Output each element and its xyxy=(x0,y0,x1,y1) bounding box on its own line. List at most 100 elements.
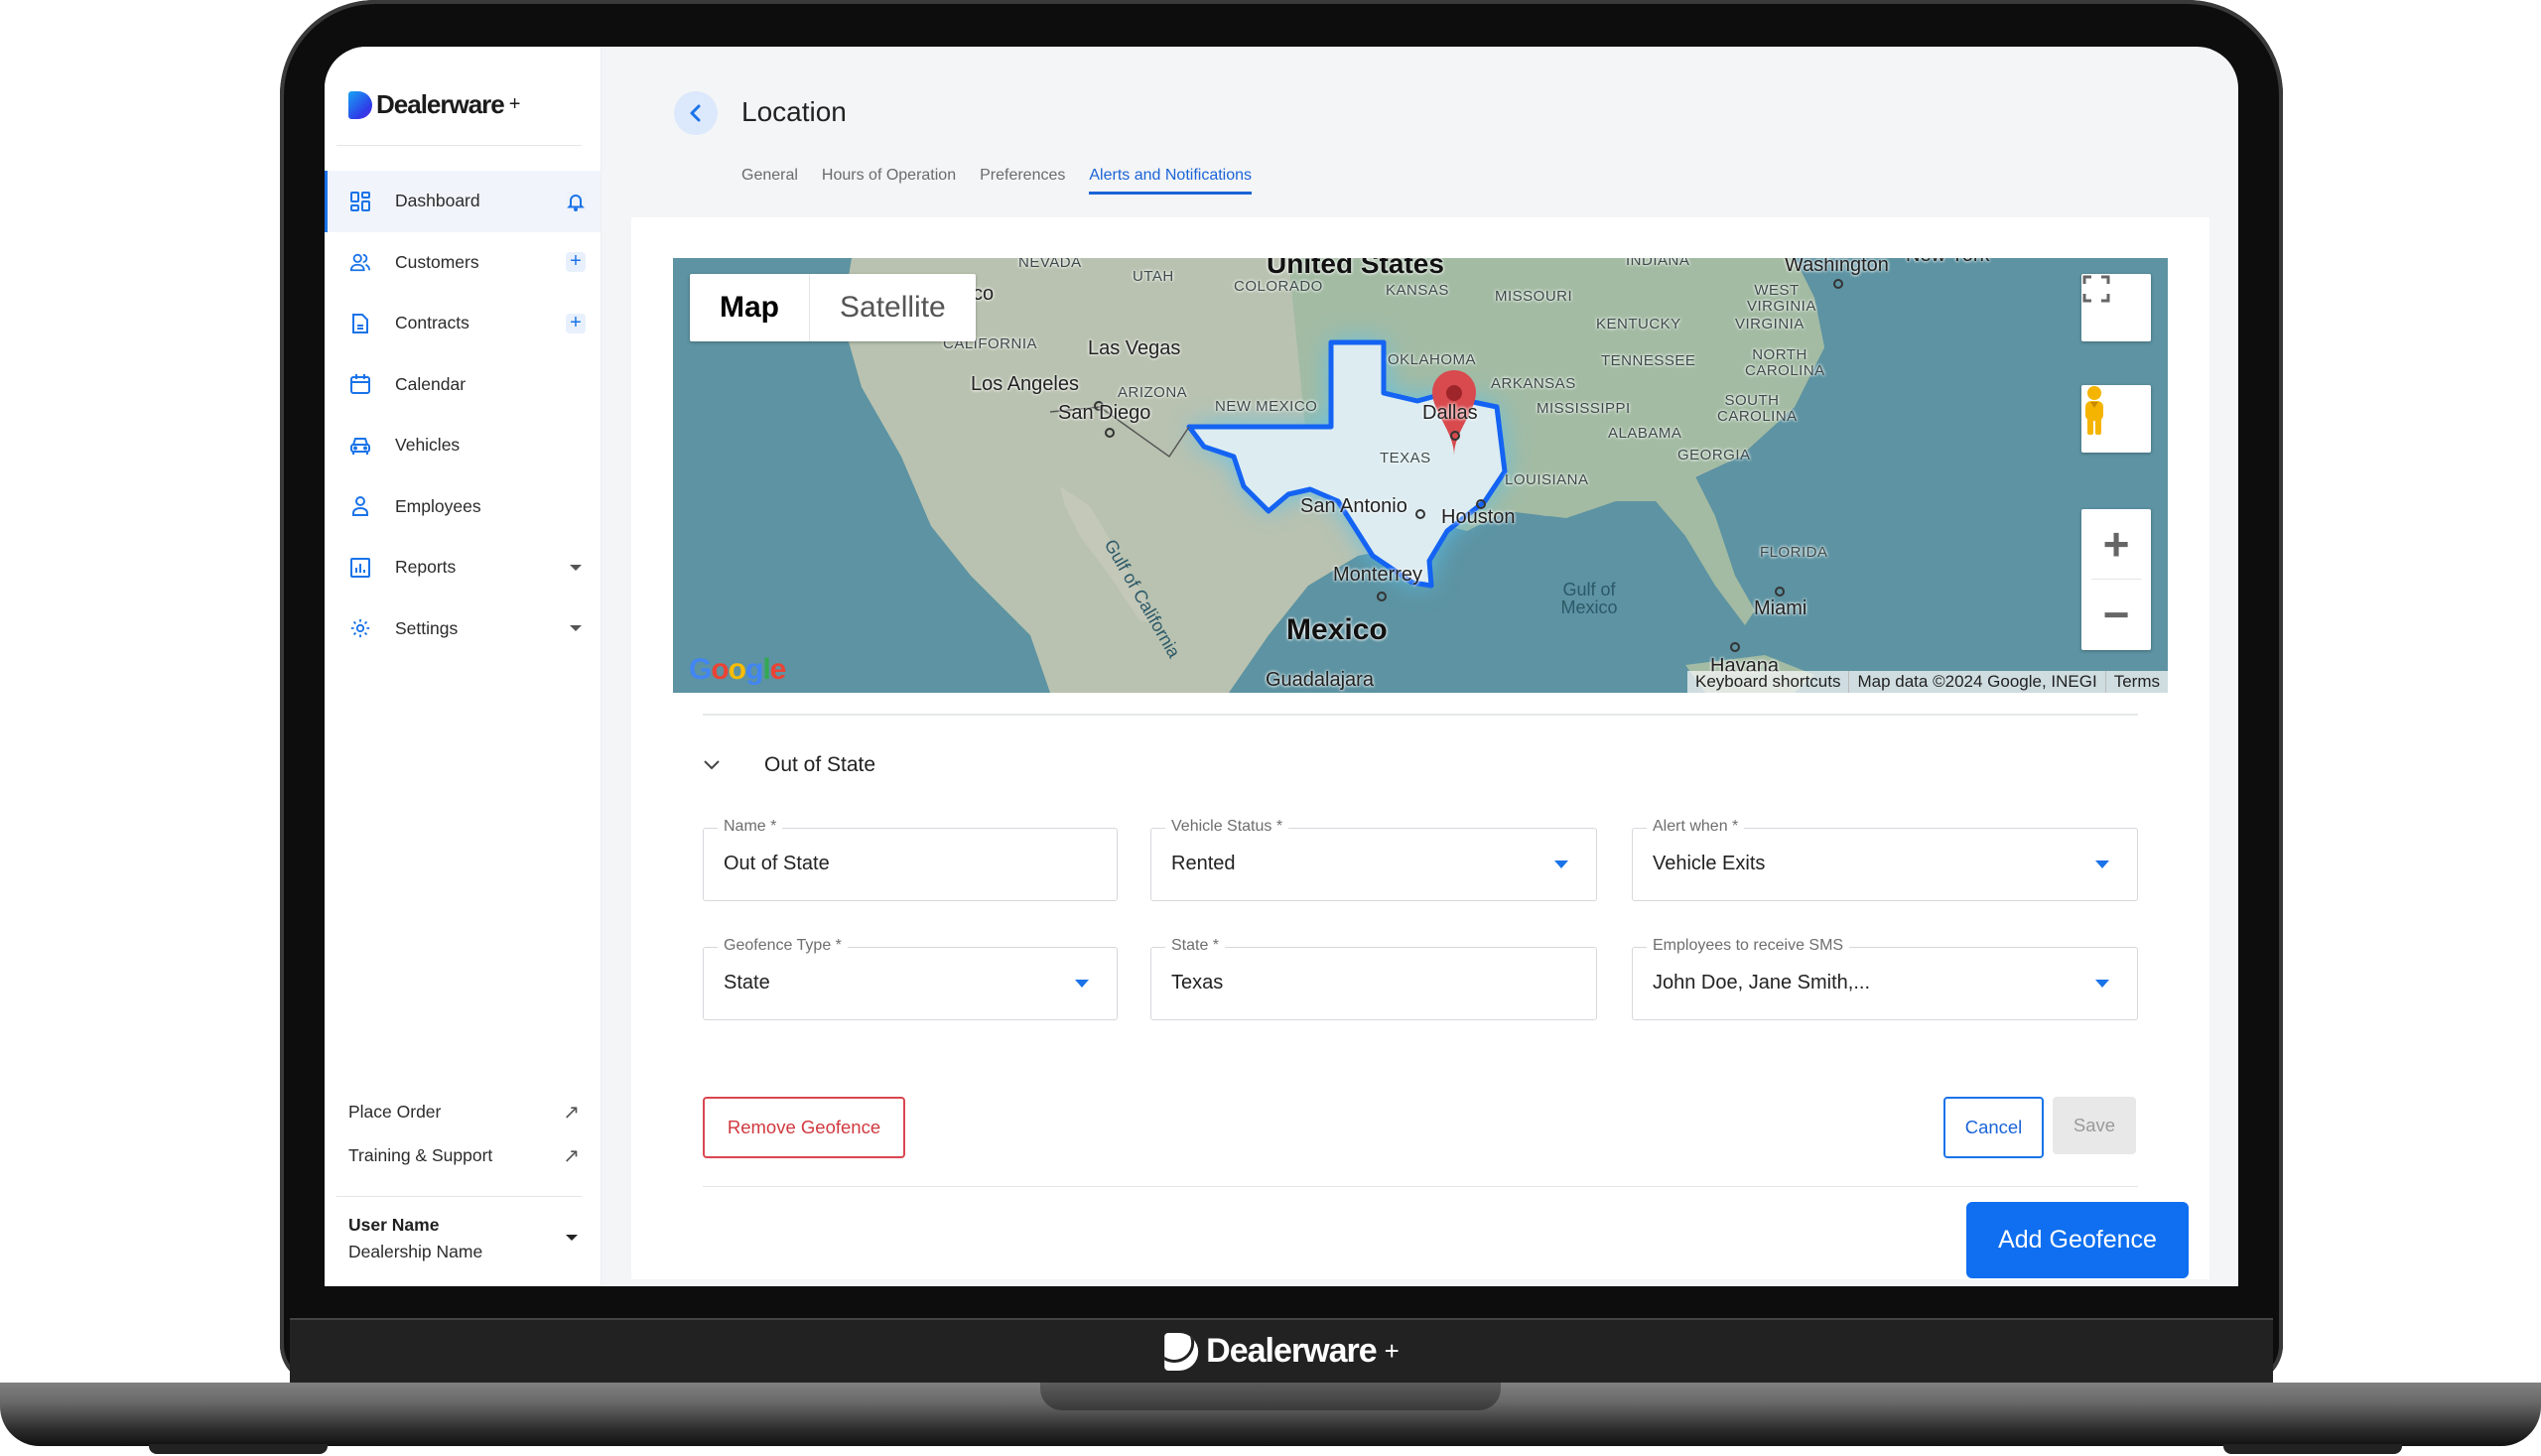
brand-logo[interactable]: Dealerware + xyxy=(348,89,520,120)
map-label-state: GEORGIA xyxy=(1677,447,1751,463)
add-contract-button[interactable]: + xyxy=(566,313,586,333)
map-label-city: Guadalajara xyxy=(1266,669,1374,691)
employees-sms-select[interactable]: Employees to receive SMS John Doe, Jane … xyxy=(1632,937,2138,1020)
chin-brand-logo: Dealerware + xyxy=(1164,1332,1400,1371)
sidebar-divider xyxy=(336,1196,582,1197)
sidebar-item-reports[interactable]: Reports xyxy=(325,537,601,598)
vehicle-status-select[interactable]: Vehicle Status * Rented xyxy=(1150,818,1597,901)
sidebar-item-customers[interactable]: Customers + xyxy=(325,232,601,294)
training-support-label: Training & Support xyxy=(348,1145,493,1165)
geofence-section-header[interactable]: Out of State xyxy=(703,753,875,777)
map-label-state: MISSOURI xyxy=(1495,288,1573,305)
map-label-state: ARIZONA xyxy=(1118,384,1188,401)
map-label-city: Los Angeles xyxy=(971,373,1079,395)
cancel-button[interactable]: Cancel xyxy=(1943,1097,2044,1158)
map-label-state: MISSISSIPPI xyxy=(1537,400,1631,417)
name-field[interactable]: Name * Out of State xyxy=(703,818,1118,901)
dealerware-logo-icon xyxy=(1164,1332,1199,1371)
geofence-type-value: State xyxy=(724,972,770,993)
map-label-state: OKLAHOMA xyxy=(1388,351,1477,368)
tab-preferences[interactable]: Preferences xyxy=(980,167,1065,195)
map-label-city: Las Vegas xyxy=(1088,337,1181,359)
laptop-foot xyxy=(2223,1444,2402,1454)
dealerware-logo-icon xyxy=(348,90,372,119)
user-menu[interactable]: User Name Dealership Name xyxy=(348,1215,580,1262)
caret-down-icon[interactable] xyxy=(570,625,582,632)
bell-icon[interactable] xyxy=(566,191,586,211)
remove-geofence-button[interactable]: Remove Geofence xyxy=(703,1097,905,1158)
sidebar-item-dashboard[interactable]: Dashboard xyxy=(325,171,601,232)
sidebar-item-employees[interactable]: Employees xyxy=(325,476,601,538)
vehicle-status-value: Rented xyxy=(1171,853,1236,874)
add-geofence-button[interactable]: Add Geofence xyxy=(1966,1202,2189,1278)
map-label-country: United States xyxy=(1267,258,1444,279)
brand-plus: + xyxy=(508,93,521,115)
sidebar-item-label: Contracts xyxy=(395,313,469,333)
zoom-out-button[interactable]: − xyxy=(2081,580,2151,649)
add-customer-button[interactable]: + xyxy=(566,251,586,273)
map-label-water: Gulf of Mexico xyxy=(1560,580,1618,617)
map-label-state: KANSAS xyxy=(1386,282,1449,299)
caret-down-icon xyxy=(2095,980,2109,988)
map-view[interactable]: NEVADA UTAH United States COLORADO KANSA… xyxy=(673,258,2168,693)
laptop-chin: Dealerware + xyxy=(290,1318,2273,1386)
fullscreen-icon xyxy=(2082,275,2110,303)
save-button[interactable]: Save xyxy=(2053,1097,2136,1154)
caret-down-icon xyxy=(1554,860,1568,868)
chin-brand-text: Dealerware xyxy=(1206,1332,1377,1370)
map-label-city: Dallas xyxy=(1422,402,1478,424)
sidebar-item-label: Vehicles xyxy=(395,435,461,456)
state-field-label: State * xyxy=(1165,937,1226,955)
name-field-value: Out of State xyxy=(724,853,830,874)
car-icon xyxy=(349,435,371,457)
map-label-city: San Antonio xyxy=(1300,495,1407,517)
sidebar-item-label: Employees xyxy=(395,495,481,516)
fullscreen-button[interactable] xyxy=(2081,274,2151,341)
sidebar-item-calendar[interactable]: Calendar xyxy=(325,354,601,416)
map-label-state: SOUTH CAROLINA xyxy=(1717,392,1798,425)
geofence-type-select[interactable]: Geofence Type * State xyxy=(703,937,1118,1020)
zoom-in-button[interactable]: + xyxy=(2081,509,2151,579)
back-button[interactable] xyxy=(674,91,718,135)
sidebar-item-vehicles[interactable]: Vehicles xyxy=(325,415,601,476)
page-title: Location xyxy=(741,96,847,127)
tab-alerts-and-notifications[interactable]: Alerts and Notifications xyxy=(1089,167,1252,195)
tab-hours-of-operation[interactable]: Hours of Operation xyxy=(822,167,956,195)
map-label-country: Mexico xyxy=(1286,613,1388,646)
caret-down-icon xyxy=(1075,980,1089,988)
terms-link[interactable]: Terms xyxy=(2104,671,2168,693)
tab-bar: General Hours of Operation Preferences A… xyxy=(741,167,1252,195)
external-link-icon: ↗ xyxy=(563,1102,580,1124)
caret-down-icon[interactable] xyxy=(570,564,582,571)
chevron-down-icon[interactable] xyxy=(703,755,742,776)
sidebar-nav: Dashboard Customers + Contracts + Calend… xyxy=(325,171,601,659)
sidebar-item-label: Settings xyxy=(395,617,459,638)
street-view-pegman[interactable] xyxy=(2081,385,2151,453)
map-label-city: New York xyxy=(1906,258,1990,267)
form-divider xyxy=(703,714,2138,716)
sidebar-item-settings[interactable]: Settings xyxy=(325,598,601,660)
employees-sms-value: John Doe, Jane Smith,... xyxy=(1653,972,1871,993)
map-label-state: VIRGINIA xyxy=(1735,316,1805,332)
map-label-state: KENTUCKY xyxy=(1596,316,1681,332)
alert-when-select[interactable]: Alert when * Vehicle Exits xyxy=(1632,818,2138,901)
place-order-link[interactable]: Place Order ↗ xyxy=(348,1102,580,1124)
pegman-icon xyxy=(2085,386,2103,435)
sidebar-item-contracts[interactable]: Contracts + xyxy=(325,293,601,354)
training-support-link[interactable]: Training & Support ↗ xyxy=(348,1145,580,1167)
keyboard-shortcuts-link[interactable]: Keyboard shortcuts xyxy=(1687,671,1848,693)
external-link-icon: ↗ xyxy=(563,1145,580,1167)
caret-down-icon[interactable] xyxy=(566,1235,578,1241)
sidebar-item-label: Dashboard xyxy=(395,191,480,211)
state-field[interactable]: State * Texas xyxy=(1150,937,1597,1020)
tab-general[interactable]: General xyxy=(741,167,798,195)
map-label-state: FLORIDA xyxy=(1760,544,1828,561)
map-type-satellite-button[interactable]: Satellite xyxy=(810,274,976,341)
map-label-state: TENNESSEE xyxy=(1601,352,1696,369)
map-attribution: Keyboard shortcuts Map data ©2024 Google… xyxy=(1687,671,2168,693)
map-label-state: COLORADO xyxy=(1234,278,1323,295)
map-label-state: TEXAS xyxy=(1380,450,1431,466)
map-label-city: Miami xyxy=(1754,597,1807,619)
sidebar-divider xyxy=(336,145,582,146)
map-type-map-button[interactable]: Map xyxy=(690,274,810,341)
